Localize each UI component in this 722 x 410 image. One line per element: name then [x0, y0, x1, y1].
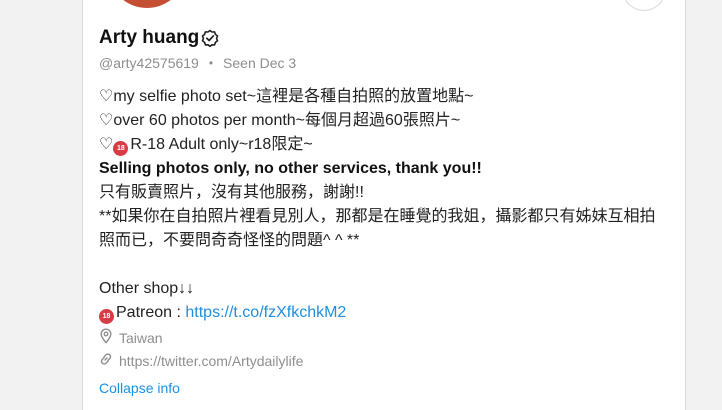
no-under-18-icon: 18 — [99, 309, 114, 324]
bio: ♡my selfie photo set~這裡是各種自拍照的放置地點~ ♡ove… — [99, 85, 679, 325]
name-row: Arty huang — [99, 27, 219, 49]
handle-row: @arty42575619 • Seen Dec 3 — [99, 55, 296, 71]
location-text: Taiwan — [119, 329, 163, 346]
bio-line-7: 照而已，不要問奇奇怪怪的問題^ ^ ** — [99, 232, 360, 249]
handle: @arty42575619 — [99, 55, 199, 71]
bio-line-5: 只有販賣照片，沒有其他服務，謝謝!! — [99, 184, 364, 201]
patreon-link[interactable]: https://t.co/fzXfkchkM2 — [185, 304, 346, 321]
bio-line-2: ♡over 60 photos per month~每個月超過60張照片~ — [99, 112, 461, 129]
location-row: Taiwan — [99, 328, 163, 347]
bio-line-3: ♡ 18 R-18 Adult only~r18限定~ — [99, 133, 679, 157]
no-under-18-icon: 18 — [113, 141, 129, 156]
bio-blank-line — [99, 253, 679, 277]
heart-glyph: ♡ — [99, 136, 114, 153]
bio-line-3-text: R-18 Adult only~r18限定~ — [130, 136, 313, 153]
link-icon — [99, 352, 119, 369]
collapse-info-button[interactable]: Collapse info — [99, 380, 180, 396]
bio-line-8: Other shop↓↓ — [99, 280, 195, 297]
display-name: Arty huang — [99, 27, 200, 48]
patreon-line: 18 Patreon : https://t.co/fzXfkchkM2 — [99, 301, 679, 325]
website-link[interactable]: https://twitter.com/Artydailylife — [119, 353, 303, 369]
bio-line-4: Selling photos only, no other services, … — [99, 160, 482, 177]
separator-dot: • — [208, 56, 214, 70]
bio-line-1: ♡my selfie photo set~這裡是各種自拍照的放置地點~ — [99, 88, 474, 105]
verified-badge-icon — [201, 29, 219, 47]
location-pin-icon — [99, 328, 119, 347]
website-row: https://twitter.com/Artydailylife — [99, 352, 303, 369]
patreon-label: Patreon : — [116, 304, 186, 321]
last-seen: Seen Dec 3 — [223, 55, 297, 71]
bio-line-6: **如果你在自拍照片裡看見別人，那都是在睡覺的我姐，攝影都只有姊妹互相拍 — [99, 208, 656, 225]
